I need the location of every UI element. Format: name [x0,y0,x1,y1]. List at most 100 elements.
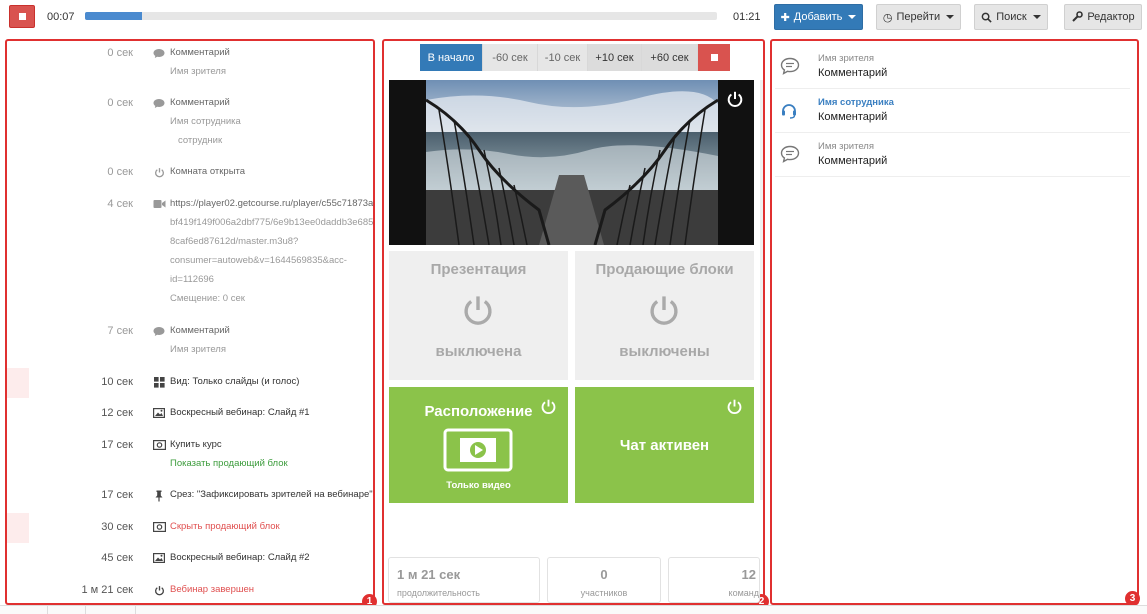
presentation-status: выключена [435,343,522,360]
video-icon [152,199,166,212]
selling-blocks-card[interactable]: Продающие блоки выключены [575,251,754,380]
top-bar: 00:07 01:21 ✚ Добавить ◷ Перейти Поиск Р… [0,0,1147,36]
bottom-tab[interactable] [0,606,48,614]
log-entry-content: Комментарий Имя зрителя [170,43,374,81]
chat-text: Комментарий [818,67,888,79]
seek-start-button[interactable]: В начало [420,44,483,71]
log-entry-line: Комментарий [170,325,230,336]
log-entry-line: Купить курс [170,439,222,450]
log-entry-line: Комната открыта [170,166,246,177]
presentation-card[interactable]: Презентация выключена [389,251,568,380]
log-entry[interactable]: 30 сек Скрыть продающий блок [7,513,374,543]
log-entry[interactable]: 0 сек Комментарий Имя зрителя [7,47,374,85]
log-entry-line: Показать продающий блок [170,458,288,469]
search-button-label: Поиск [996,11,1027,23]
stat-participants-label: участников [580,588,628,598]
grid-icon [152,377,166,391]
log-entry[interactable]: 0 сек Комната открыта [7,166,374,185]
log-entry[interactable]: 0 сек Комментарий Имя сотрудника сотрудник [7,97,374,154]
pin-icon [152,490,166,505]
chat-text: Комментарий [818,111,888,123]
goto-button-label: Перейти [896,11,941,23]
log-entry[interactable]: 12 сек Воскресный вебинар: Слайд #1 [7,407,374,426]
log-entry-content: Срез: "Зафиксировать зрителей на вебинар… [170,485,374,504]
video-preview[interactable] [389,80,754,245]
wrench-icon [1072,11,1084,22]
stat-commands: 12 команд [668,557,760,603]
layout-card[interactable]: Расположение Только видео [389,387,568,503]
log-entry-time: 0 сек [107,47,133,59]
headset-icon [780,101,798,124]
log-entry-line: Вид: Только слайды (и голос) [170,376,300,387]
log-entry-time: 30 сек [101,521,133,533]
event-log: 0 сек Комментарий Имя зрителя 0 сек Коммента… [7,41,374,603]
log-entry-line: Имя зрителя [170,344,226,355]
seek-forward-60-button[interactable]: +60 сек [642,44,698,71]
power-icon [464,296,492,325]
stop-button[interactable] [9,5,35,28]
stat-participants: 0 участников [547,557,661,603]
controls-scrollbar[interactable] [760,80,763,500]
stat-duration-value: 1 м 21 сек [397,567,461,582]
log-entry-time: 0 сек [107,166,133,178]
comment-icon [152,326,166,340]
stat-duration: 1 м 21 сек продолжительность [388,557,540,603]
log-entry[interactable]: 1 м 21 сек Вебинар завершен [7,584,374,603]
editor-button[interactable]: Редактор [1064,4,1142,30]
seek-stop-button[interactable] [698,44,730,71]
log-entry-line: https://player02.getcourse.ru/player/c55… [170,198,374,209]
log-entry-time: 45 сек [101,552,133,564]
chat-message[interactable]: Имя зрителя Комментарий [775,45,1130,89]
playback-progress-fill [85,12,142,20]
video-power-icon[interactable] [726,90,744,108]
log-entry-content: Купить курс Показать продающий блок [170,435,374,473]
seek-back-10-button[interactable]: -10 сек [538,44,588,71]
playback-progress[interactable] [85,12,717,20]
log-entry-time: 4 сек [107,198,133,210]
chat-status-title: Чат активен [619,437,710,454]
chat-text: Комментарий [818,155,888,167]
goto-button[interactable]: ◷ Перейти [876,4,961,30]
bottom-tab-strip [0,605,1147,614]
caret-down-icon [1032,15,1041,19]
log-entry[interactable]: 4 сек https://player02.getcourse.ru/playe… [7,198,374,312]
panel-badge-3: 3 [1125,591,1140,606]
log-entry[interactable]: 10 сек Вид: Только слайды (и голос) [7,368,374,398]
seek-back-60-button[interactable]: -60 сек [483,44,538,71]
caret-down-icon [946,15,955,19]
power-icon[interactable] [726,398,743,415]
comment-icon [152,48,166,62]
log-entry-line: Имя сотрудника [170,116,241,127]
image-icon [152,408,166,421]
log-entry[interactable]: 17 сек Купить курс Показать продающий блок [7,439,374,477]
log-entry-content: Воскресный вебинар: Слайд #2 [170,548,374,567]
log-entry-time: 0 сек [107,97,133,109]
log-entry-line: 8caf6ed87612d/master.m3u8? [170,236,299,247]
bottom-tab[interactable] [48,606,86,614]
log-entry[interactable]: 17 сек Срез: "Зафиксировать зрителей на в… [7,489,374,508]
presentation-title: Презентация [430,261,527,278]
bottom-tab[interactable] [86,606,136,614]
stat-duration-label: продолжительность [397,588,480,598]
log-entry-content: Воскресный вебинар: Слайд #1 [170,403,374,422]
log-entry-time: 17 сек [101,439,133,451]
stat-commands-value: 12 [741,567,756,582]
search-button[interactable]: Поиск [974,4,1048,30]
seek-forward-10-button[interactable]: +10 сек [588,44,642,71]
plus-icon: ✚ [780,11,790,24]
log-entry[interactable]: 7 сек Комментарий Имя зрителя [7,325,374,363]
chat-message[interactable]: Имя сотрудника Комментарий [775,89,1130,133]
stat-participants-value: 0 [600,567,608,582]
chat-message[interactable]: Имя зрителя Комментарий [775,133,1130,177]
log-entry-time: 12 сек [101,407,133,419]
add-button[interactable]: ✚ Добавить [774,4,863,30]
money-icon [152,440,166,453]
log-entry[interactable]: 45 сек Воскресный вебинар: Слайд #2 [7,552,374,571]
log-entry-content: Вид: Только слайды (и голос) [170,372,374,391]
log-entry-line: Скрыть продающий блок [170,521,280,532]
chat-card[interactable]: Чат активен [575,387,754,503]
log-entry-time: 1 м 21 сек [81,584,133,596]
power-icon [650,296,678,325]
chat-author: Имя сотрудника [818,97,894,108]
power-icon[interactable] [540,398,557,415]
